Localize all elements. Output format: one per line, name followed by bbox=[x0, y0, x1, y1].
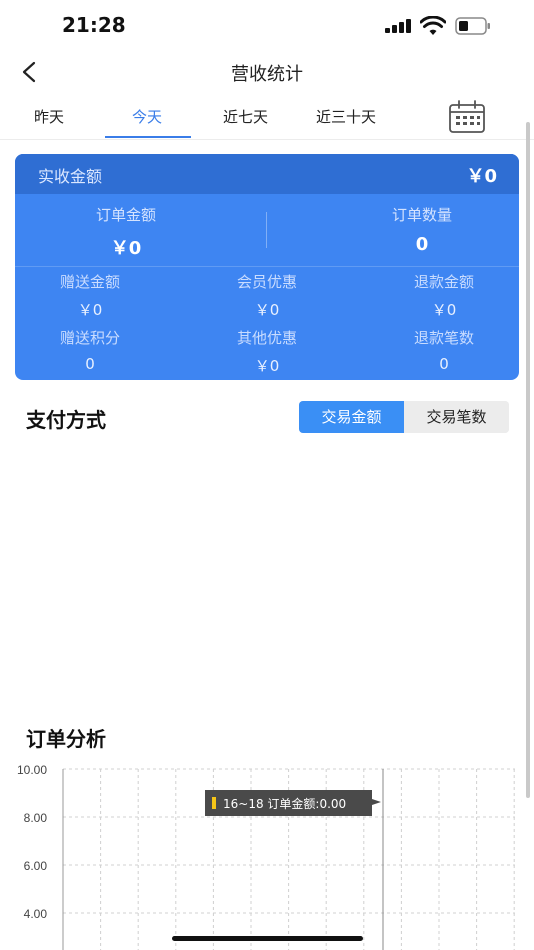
tab-last-30-days[interactable]: 近三十天 bbox=[316, 106, 376, 127]
revenue-summary-card: 实收金额 ￥0 订单金额 ￥0 订单数量 0 赠送金额 ￥0 会员优惠 ￥0 退… bbox=[15, 154, 519, 380]
y-tick-label: 4.00 bbox=[24, 907, 48, 921]
refund-amount-value: ￥0 bbox=[431, 301, 457, 319]
y-tick-label: 8.00 bbox=[24, 811, 48, 825]
order-amount-label: 订单金额 bbox=[95, 206, 156, 224]
transaction-count-button[interactable]: 交易笔数 bbox=[404, 401, 509, 433]
received-amount-value: ￥0 bbox=[466, 166, 497, 187]
other-discount-value: ￥0 bbox=[254, 357, 280, 375]
scrollbar[interactable] bbox=[526, 122, 530, 798]
divider bbox=[266, 212, 267, 248]
tab-yesterday[interactable]: 昨天 bbox=[34, 106, 64, 127]
gift-points-value: 0 bbox=[85, 355, 95, 373]
transaction-amount-button[interactable]: 交易金额 bbox=[299, 401, 404, 433]
refund-count-value: 0 bbox=[439, 355, 449, 373]
y-tick-label: 10.00 bbox=[17, 763, 47, 777]
wifi-icon bbox=[420, 16, 446, 35]
received-amount-row: 实收金额 ￥0 bbox=[15, 154, 519, 194]
calendar-icon[interactable] bbox=[448, 100, 486, 134]
page-title: 营收统计 bbox=[231, 64, 303, 85]
order-analysis-title: 订单分析 bbox=[26, 727, 106, 751]
active-tab-indicator bbox=[105, 136, 191, 138]
gift-amount-value: ￥0 bbox=[77, 301, 103, 319]
signal-icon bbox=[385, 19, 411, 33]
date-tabs: 昨天 今天 近七天 近三十天 bbox=[0, 96, 534, 140]
gift-points-label: 赠送积分 bbox=[59, 329, 120, 347]
order-count-label: 订单数量 bbox=[391, 206, 452, 224]
nav-bar: 营收统计 bbox=[0, 50, 534, 94]
y-tick-label: 6.00 bbox=[24, 859, 48, 873]
member-discount-value: ￥0 bbox=[254, 301, 280, 319]
home-indicator bbox=[172, 936, 363, 941]
status-bar: 21:28 bbox=[0, 0, 534, 50]
order-count-value: 0 bbox=[415, 234, 429, 255]
payment-metric-toggle: 交易金额 交易笔数 bbox=[299, 401, 509, 433]
refund-count-label: 退款笔数 bbox=[413, 329, 474, 347]
tooltip-text: 16~18 订单金额:0.00 bbox=[223, 796, 346, 811]
tab-last-7-days[interactable]: 近七天 bbox=[223, 106, 268, 127]
divider bbox=[15, 266, 519, 267]
member-discount-label: 会员优惠 bbox=[236, 273, 297, 291]
received-amount-label: 实收金额 bbox=[38, 167, 103, 186]
order-amount-value: ￥0 bbox=[110, 238, 142, 259]
gift-amount-label: 赠送金额 bbox=[59, 273, 120, 291]
status-time: 21:28 bbox=[62, 13, 126, 37]
payment-method-title: 支付方式 bbox=[26, 408, 106, 432]
order-analysis-chart: 10.00 8.00 6.00 4.00 16~18 订单金额:0.00 bbox=[17, 763, 515, 950]
tooltip-marker bbox=[212, 797, 216, 809]
battery-icon bbox=[455, 17, 490, 35]
other-discount-label: 其他优惠 bbox=[236, 329, 297, 347]
tab-today[interactable]: 今天 bbox=[132, 106, 162, 127]
refund-amount-label: 退款金额 bbox=[413, 273, 474, 291]
